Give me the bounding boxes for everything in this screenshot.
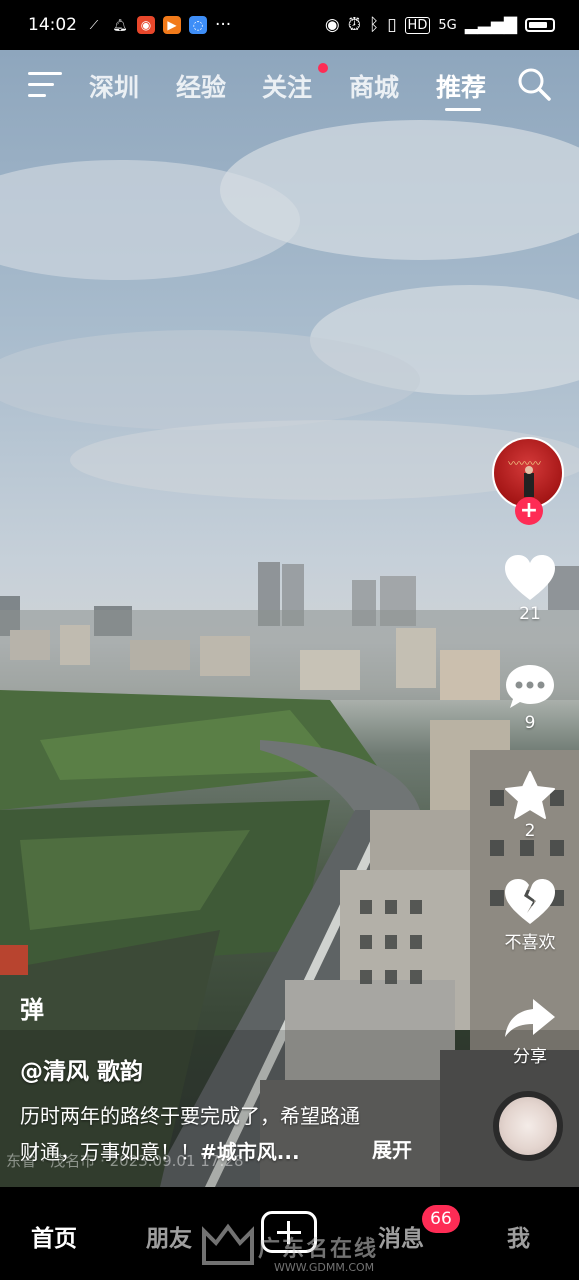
eye-icon: ◉ xyxy=(324,15,340,35)
svg-text:〰〰〰: 〰〰〰 xyxy=(508,457,541,470)
tab-following[interactable]: 关注 xyxy=(262,68,312,104)
comment-icon xyxy=(506,665,554,708)
messages-badge: 66 xyxy=(422,1205,460,1233)
favorite-count: 2 xyxy=(524,821,536,841)
status-bar: 14:02 ⟋ 🔔︎ ◉ ▶ ◌ ··· ◉ ⏰︎ ᛒ ▯ HD 5G ▂▃▅▇ xyxy=(0,0,579,50)
music-disc-icon[interactable] xyxy=(493,1091,563,1161)
search-icon[interactable] xyxy=(516,66,552,102)
bottom-tab-home[interactable]: 首页 xyxy=(31,1219,77,1253)
following-notification-dot xyxy=(318,63,328,73)
play-app-icon: ▶ xyxy=(163,16,181,34)
tab-recommend[interactable]: 推荐 xyxy=(436,68,486,104)
danmu-toggle[interactable]: 弹 xyxy=(20,990,68,1026)
bottom-nav: 首页 朋友 消息 66 我 广东名在线 WWW.GDMM.COM xyxy=(0,1187,579,1280)
active-tab-indicator xyxy=(445,108,481,111)
broken-heart-icon xyxy=(505,879,555,924)
menu-icon[interactable] xyxy=(28,72,62,98)
watermark: 广东名在线 WWW.GDMM.COM xyxy=(200,1213,400,1277)
comment-button[interactable]: 9 xyxy=(488,662,572,733)
bottom-tab-friends[interactable]: 朋友 xyxy=(146,1219,192,1253)
alarm-icon: ⏰︎ xyxy=(347,15,361,35)
watermark-text: 广东名在线 xyxy=(258,1237,379,1262)
tab-mall[interactable]: 商城 xyxy=(349,68,399,104)
favorite-button[interactable]: 2 xyxy=(488,770,572,841)
watermark-logo-icon xyxy=(202,1223,254,1265)
share-label: 分享 xyxy=(513,1047,547,1067)
like-count: 21 xyxy=(519,604,541,624)
bluetooth-icon: ᛒ xyxy=(368,15,380,35)
like-button[interactable]: 21 xyxy=(488,553,572,624)
top-nav: 深圳 经验 关注 商城 推荐 xyxy=(0,50,579,120)
vibrate-icon: ▯ xyxy=(387,15,397,35)
more-notifications-icon: ··· xyxy=(215,15,232,35)
heart-icon xyxy=(505,555,555,600)
comment-count: 9 xyxy=(524,713,536,733)
dislike-button[interactable]: 不喜欢 xyxy=(488,877,572,953)
message-app-icon: ◌ xyxy=(189,16,207,34)
expand-button[interactable]: 展开 xyxy=(372,1134,412,1163)
bell-icon: 🔔︎ xyxy=(112,18,128,32)
app-notification-icon: ◉ xyxy=(137,16,155,34)
tab-shenzhen[interactable]: 深圳 xyxy=(89,68,139,104)
description-line-1: 历时两年的路终于要完成了，希望路通 xyxy=(20,1104,360,1128)
author-name[interactable]: @清风 歌韵 xyxy=(20,1052,143,1086)
description-line-2: 财通，万事如意！！ xyxy=(20,1140,200,1164)
battery-icon xyxy=(525,18,555,32)
signal-icon: 5G xyxy=(438,17,457,33)
follow-button[interactable]: + xyxy=(515,497,543,525)
signal-bars-icon: ▂▃▅▇ xyxy=(464,15,517,35)
share-icon xyxy=(505,999,555,1037)
hd-icon: HD xyxy=(404,16,431,34)
watermark-url: WWW.GDMM.COM xyxy=(274,1261,375,1274)
link-icon: ⟋ xyxy=(89,17,99,32)
hashtag-link[interactable]: #城市风... xyxy=(200,1140,300,1164)
bottom-tab-me[interactable]: 我 xyxy=(507,1219,530,1253)
tab-experience[interactable]: 经验 xyxy=(176,68,226,104)
dislike-label: 不喜欢 xyxy=(504,933,556,953)
share-button[interactable]: 分享 xyxy=(488,995,572,1067)
status-time: 14:02 xyxy=(28,15,77,35)
star-icon xyxy=(505,771,555,819)
